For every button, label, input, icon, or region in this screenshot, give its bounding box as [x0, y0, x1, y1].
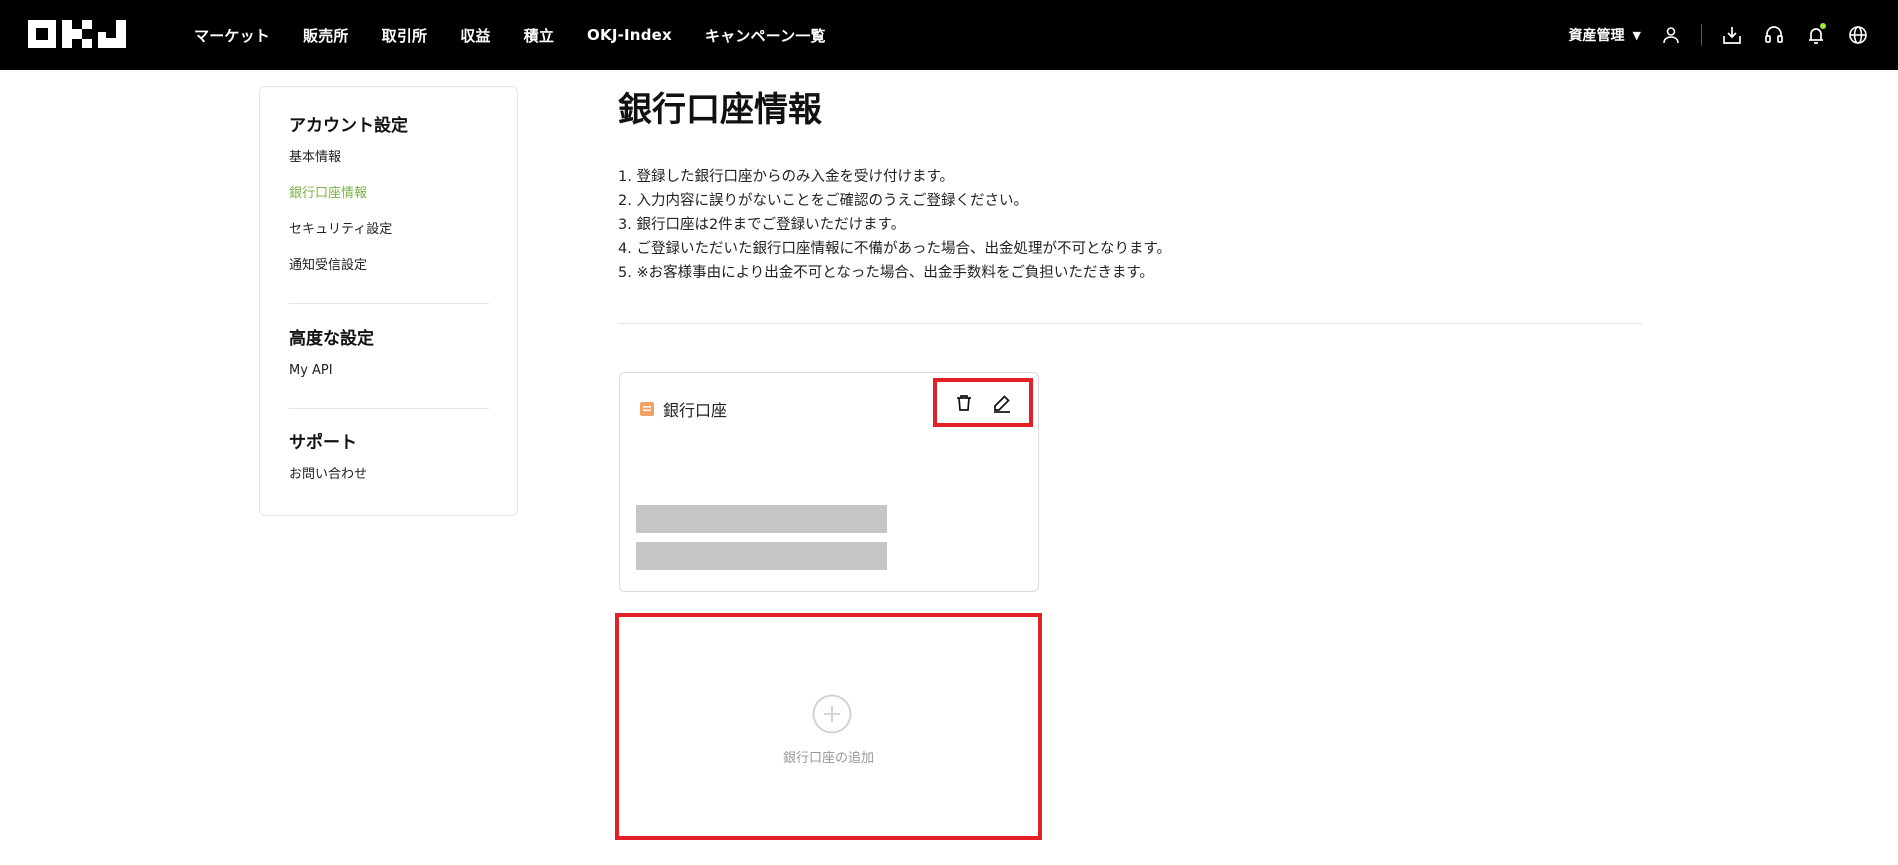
masked-account-info	[636, 505, 887, 533]
sidebar-section-support: サポート お問い合わせ	[289, 428, 489, 501]
sidebar-section-account: アカウント設定 基本情報 銀行口座情報 セキュリティ設定 通知受信設定	[289, 111, 489, 292]
sidebar-item-notifications[interactable]: 通知受信設定	[289, 256, 489, 292]
sidebar-title-support: サポート	[289, 433, 357, 453]
note-item: 1. 登録した銀行口座からのみ入金を受け付けます。	[618, 169, 954, 185]
note-item: 5. ※お客様事由により出金不可となった場合、出金手数料をご負担いただきます。	[618, 265, 1154, 281]
nav-earn[interactable]: 収益	[460, 25, 490, 46]
user-icon[interactable]	[1659, 23, 1683, 47]
note-item: 4. ご登録いただいた銀行口座情報に不備があった場合、出金処理が不可となります。	[618, 241, 1172, 257]
header-divider	[1701, 24, 1702, 46]
nav-campaigns[interactable]: キャンペーン一覧	[705, 25, 826, 46]
bank-card-title: 銀行口座	[663, 401, 728, 420]
caret-down-icon: ▼	[1632, 28, 1641, 42]
top-navbar: マーケット 販売所 取引所 収益 積立 OKJ-Index キャンペーン一覧 資…	[0, 0, 1898, 70]
headset-icon[interactable]	[1762, 23, 1786, 47]
note-item: 2. 入力内容に誤りがないことをご確認のうえご登録ください。	[618, 193, 1028, 209]
add-bank-account-label: 銀行口座の追加	[782, 751, 874, 766]
asset-management-label: 資産管理	[1568, 28, 1625, 44]
okj-logo[interactable]	[28, 20, 126, 48]
notes-list: 1. 登録した銀行口座からのみ入金を受け付けます。 2. 入力内容に誤りがないこ…	[618, 165, 1171, 285]
add-bank-account-button[interactable]: 銀行口座の追加	[615, 613, 1042, 840]
settings-sidebar: アカウント設定 基本情報 銀行口座情報 セキュリティ設定 通知受信設定 高度な設…	[259, 86, 518, 516]
sidebar-title-account: アカウント設定	[289, 116, 408, 136]
sidebar-divider	[289, 303, 489, 304]
bank-card-icon	[640, 402, 654, 416]
bank-card-header: 銀行口座	[640, 397, 727, 421]
notification-dot	[1820, 23, 1826, 29]
download-icon[interactable]	[1720, 23, 1744, 47]
edit-pencil-icon[interactable]	[990, 391, 1014, 415]
sidebar-item-contact[interactable]: お問い合わせ	[289, 465, 489, 501]
header-actions: 資産管理 ▼	[1569, 0, 1870, 70]
trash-icon[interactable]	[952, 391, 976, 415]
note-item: 3. 銀行口座は2件までご登録いただけます。	[618, 217, 906, 233]
sidebar-item-security[interactable]: セキュリティ設定	[289, 220, 489, 256]
bank-card-actions	[933, 378, 1033, 427]
sidebar-item-my-api[interactable]: My API	[289, 361, 489, 397]
asset-management-menu[interactable]: 資産管理 ▼	[1569, 25, 1641, 45]
page-title: 銀行口座情報	[618, 90, 822, 130]
sidebar-item-bank-account[interactable]: 銀行口座情報	[289, 184, 489, 220]
sidebar-divider	[289, 408, 489, 409]
main-nav: マーケット 販売所 取引所 収益 積立 OKJ-Index キャンペーン一覧	[194, 0, 859, 70]
nav-exchange-office[interactable]: 販売所	[303, 25, 349, 46]
nav-okj-index[interactable]: OKJ-Index	[587, 26, 672, 44]
globe-icon[interactable]	[1846, 23, 1870, 47]
sidebar-title-advanced: 高度な設定	[289, 329, 374, 349]
nav-market[interactable]: マーケット	[194, 25, 270, 46]
bell-icon[interactable]	[1804, 23, 1828, 47]
masked-account-info	[636, 542, 887, 570]
content-divider	[618, 323, 1642, 324]
nav-recurring[interactable]: 積立	[524, 25, 554, 46]
nav-trade[interactable]: 取引所	[382, 25, 428, 46]
bank-account-card: 銀行口座	[619, 372, 1039, 592]
sidebar-item-basic-info[interactable]: 基本情報	[289, 148, 489, 184]
add-circle-icon	[812, 694, 852, 734]
sidebar-section-advanced: 高度な設定 My API	[289, 324, 489, 397]
